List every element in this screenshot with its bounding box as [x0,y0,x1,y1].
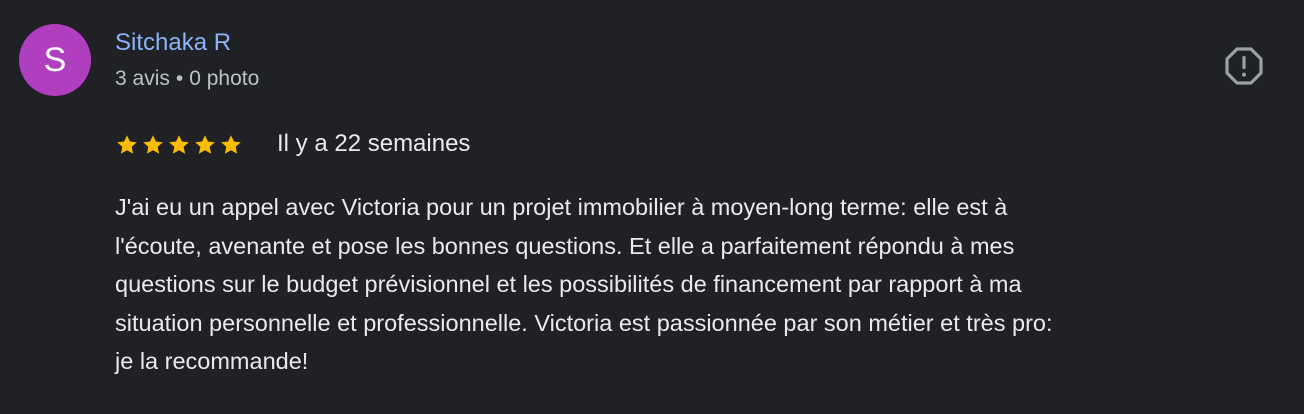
star-icon [195,135,215,154]
reviews-count: 3 avis [115,67,170,90]
report-review-button[interactable] [1223,45,1265,87]
review-text: J'ai eu un appel avec Victoria pour un p… [115,194,1053,374]
star-icon [143,135,163,154]
star-icon [169,135,189,154]
reviewer-name-link[interactable]: Sitchaka R [115,29,231,57]
star-icon [117,135,137,154]
avatar[interactable]: S [19,24,91,96]
reviewer-meta: 3 avis • 0 photo [115,67,259,91]
report-octagon-icon [1225,47,1263,85]
meta-separator: • [175,67,184,90]
review-date: Il y a 22 semaines [277,130,471,157]
photos-count: 0 photo [189,67,260,90]
star-rating [115,133,243,157]
star-icon [221,135,241,154]
